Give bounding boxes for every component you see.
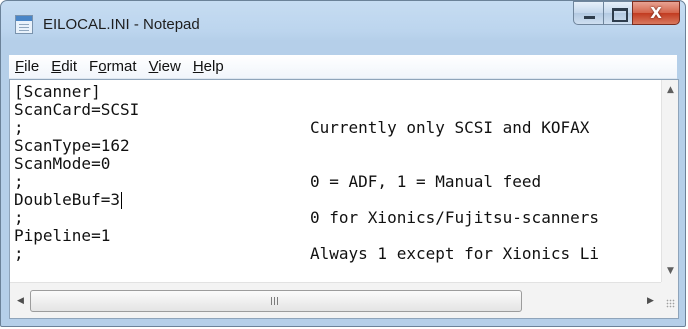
close-icon: X: [650, 4, 662, 22]
horizontal-scrollbar[interactable]: ◀ ▶: [10, 282, 661, 318]
editor-line: ;: [14, 208, 24, 227]
text-area-frame: [Scanner] ScanCard=SCSI; Currently only SC…: [9, 79, 679, 319]
editor-line: ;: [14, 172, 24, 191]
menu-item-3[interactable]: View: [143, 57, 187, 77]
menu-item-2[interactable]: Format: [83, 57, 143, 77]
editor-line: ;: [14, 118, 24, 137]
editor-line: ScanCard=SCSI: [14, 100, 140, 119]
notepad-app-icon[interactable]: [15, 15, 33, 34]
vertical-scrollbar[interactable]: ▲ ▼: [661, 80, 678, 282]
title-bar[interactable]: EILOCAL.INI - Notepad X: [1, 1, 685, 45]
editor-line-comment: Currently only SCSI and KOFAX: [310, 118, 590, 137]
text-caret: [120, 192, 122, 209]
scroll-left-arrow-icon[interactable]: ◀: [12, 291, 29, 311]
editor-line: DoubleBuf=3: [14, 190, 122, 209]
window-title: EILOCAL.INI - Notepad: [43, 16, 200, 33]
text-editor[interactable]: [Scanner] ScanCard=SCSI; Currently only SC…: [10, 80, 661, 282]
menu-item-1[interactable]: Edit: [45, 57, 83, 77]
editor-line-comment: 0 = ADF, 1 = Manual feed: [310, 172, 542, 191]
editor-line: Pipeline=1: [14, 226, 111, 245]
editor-line: ;: [14, 244, 24, 263]
menu-bar: File Edit Format View Help: [9, 55, 677, 79]
notepad-window: EILOCAL.INI - Notepad X File Edit Format Vi…: [0, 0, 686, 327]
close-button[interactable]: X: [632, 1, 680, 25]
maximize-icon: [612, 8, 628, 22]
editor-line-comment: 0 for Xionics/Fujitsu-scanners: [310, 208, 599, 227]
menu-item-4[interactable]: Help: [187, 57, 230, 77]
editor-line: ScanMode=0: [14, 154, 111, 173]
editor-line-comment: Always 1 except for Xionics Li: [310, 244, 599, 263]
editor-line: ScanType=162: [14, 136, 130, 155]
scroll-up-arrow-icon[interactable]: ▲: [662, 82, 679, 99]
editor-line: [Scanner]: [14, 82, 101, 101]
maximize-button[interactable]: [603, 1, 632, 25]
minimize-button[interactable]: [573, 1, 603, 25]
resize-grip-icon[interactable]: [666, 299, 675, 308]
scroll-right-arrow-icon[interactable]: ▶: [642, 291, 659, 311]
size-box: [661, 282, 678, 318]
thumb-grip-icon: [271, 297, 280, 305]
menu-item-0[interactable]: File: [9, 57, 45, 77]
window-controls: X: [573, 1, 680, 25]
scroll-down-arrow-icon[interactable]: ▼: [662, 263, 679, 280]
minimize-icon: [584, 16, 595, 19]
horizontal-scroll-thumb[interactable]: [30, 290, 522, 312]
